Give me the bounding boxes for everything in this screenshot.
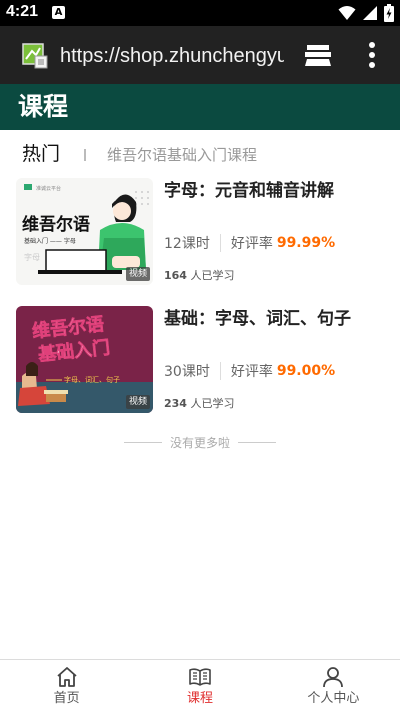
learners-suffix: 人已学习 [190,397,235,410]
url-field[interactable]: https://shop.zhunchengyun [60,42,284,70]
book-icon [189,668,211,686]
thumb-subtitle: 基础入门 —— 字母 [24,237,76,245]
course-meta: 30课时 好评率 99.00% [164,360,335,382]
wifi-icon [338,6,356,20]
video-badge: 视频 [125,395,150,409]
meta-divider [219,362,221,380]
divider-line [123,441,162,443]
person-icon [323,667,344,688]
nav-profile-label: 个人中心 [307,691,360,706]
battery-icon [384,4,394,22]
divider-line [238,441,276,443]
video-badge: 视频 [125,267,150,281]
rating-value: 99.00% [276,363,336,379]
more-vert-icon[interactable] [362,40,382,70]
thumb-decoration: 字母 [24,252,40,262]
status-time: 4:21 [6,3,39,20]
lesson-count: 12课时 [164,236,210,252]
notification-icon: A [52,6,65,19]
category-tabs: 热门 维吾尔语基础入门课程 [0,140,400,170]
nav-courses-label: 课程 [186,691,213,706]
learners-info: 234 人已学习 [164,395,234,411]
page-title: 课程 [18,92,69,121]
tab-hot[interactable]: 热门 [22,140,60,168]
course-title[interactable]: 基础：字母、词汇、句子 [164,307,351,331]
course-thumbnail[interactable]: 维吾尔语 基础入门 字母、词汇、句子 视频 [16,306,153,413]
no-more-text: 没有更多啦 [169,435,230,450]
rating-label: 好评率 [230,236,273,252]
learners-count: 164 [164,269,187,282]
list-end-marker: 没有更多啦 [0,432,400,452]
thumb-logo: 准诚云平台 [36,185,61,192]
rating-label: 好评率 [230,364,273,380]
learners-suffix: 人已学习 [190,269,235,282]
course-card[interactable]: 维吾尔语 基础入门 字母、词汇、句子 视频 基础：字母、词汇、句子 30课时 好… [16,306,388,416]
learners-info: 164 人已学习 [164,267,234,283]
lesson-count: 30课时 [164,364,210,380]
course-thumbnail[interactable]: 准诚云平台 维吾尔语 基础入门 —— 字母 字母 视频 [16,178,153,285]
app-header: 课程 [0,84,400,130]
nav-home-label: 首页 [53,691,80,706]
meta-divider [219,234,221,252]
status-bar: 4:21 A [0,0,400,26]
thumb-subtitle: 字母、词汇、句子 [64,375,120,384]
course-title[interactable]: 字母：元音和辅音讲解 [164,179,334,203]
nav-home[interactable]: 首页 [0,660,133,712]
course-card[interactable]: 准诚云平台 维吾尔语 基础入门 —— 字母 字母 视频 字母：元音和辅音讲解 1… [16,178,388,288]
site-icon[interactable] [22,43,48,69]
home-icon [57,667,77,687]
rating-value: 99.99% [276,235,336,251]
bottom-nav: 首页 课程 个人中心 [0,659,400,712]
signal-icon [363,6,377,20]
tab-divider [84,149,86,161]
tab-uyghur-basics[interactable]: 维吾尔语基础入门课程 [107,142,257,168]
learners-count: 234 [164,397,187,410]
course-meta: 12课时 好评率 99.99% [164,232,335,254]
tabs-icon[interactable] [303,42,333,70]
nav-profile[interactable]: 个人中心 [267,660,400,712]
browser-toolbar: https://shop.zhunchengyun [0,26,400,84]
thumb-title: 维吾尔语 [22,214,90,235]
nav-courses[interactable]: 课程 [133,660,266,712]
